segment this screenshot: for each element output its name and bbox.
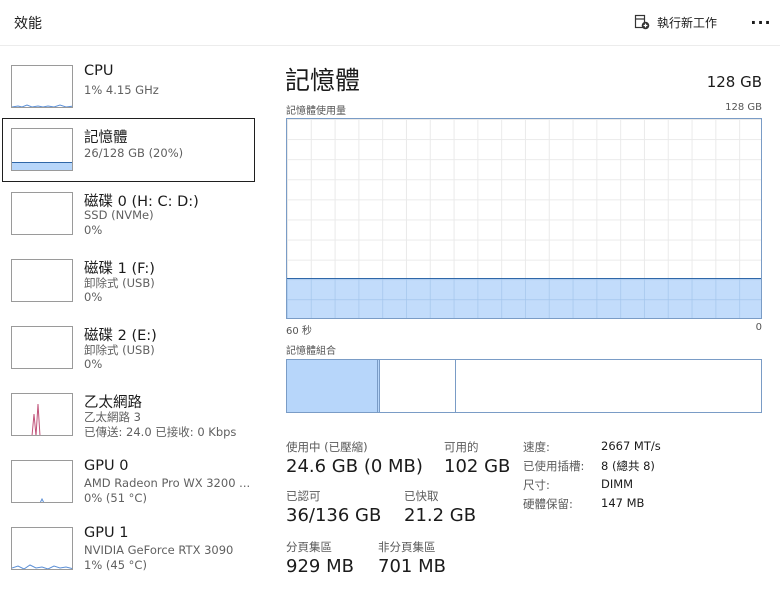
in-use-stat: 使用中 (已壓縮) 24.6 GB (0 MB) bbox=[286, 439, 423, 477]
available-stat: 可用的 102 GB bbox=[444, 439, 510, 477]
page-title: 效能 bbox=[14, 16, 42, 32]
nonpaged-pool-label: 非分頁集區 bbox=[378, 540, 436, 554]
sidebar-item-name: 記憶體 bbox=[84, 130, 128, 146]
usage-chart-x-left-label: 60 秒 bbox=[286, 326, 312, 337]
sidebar-item-detail: SSD (NVMe) bbox=[84, 208, 154, 222]
committed-value: 36/136 GB bbox=[286, 505, 382, 526]
gpu-0-thumbnail-graph bbox=[11, 460, 73, 503]
memory-total: 128 GB bbox=[706, 73, 762, 91]
run-task-icon bbox=[634, 14, 650, 30]
sidebar-item-detail: NVIDIA GeForce RTX 3090 bbox=[84, 543, 234, 557]
composition-label: 記憶體組合 bbox=[286, 346, 336, 357]
cached-stat: 已快取 21.2 GB bbox=[404, 488, 476, 526]
sidebar-item-disk-1[interactable]: 磁碟 1 (F:) 卸除式 (USB) 0% bbox=[2, 249, 255, 313]
sidebar-item-usage: 0% (51 °C) bbox=[84, 491, 147, 505]
more-icon: ··· bbox=[750, 12, 772, 32]
paged-pool-stat: 分頁集區 929 MB bbox=[286, 539, 354, 577]
sidebar-item-disk-2[interactable]: 磁碟 2 (E:) 卸除式 (USB) 0% bbox=[2, 316, 255, 380]
run-new-task-button[interactable]: 執行新工作 bbox=[634, 11, 717, 33]
run-task-label: 執行新工作 bbox=[657, 15, 718, 30]
disk-2-thumbnail-graph bbox=[11, 326, 73, 369]
committed-label: 已認可 bbox=[286, 489, 321, 503]
committed-stat: 已認可 36/136 GB bbox=[286, 488, 381, 526]
spec-slots-value: 8 (總共 8) bbox=[601, 459, 655, 473]
in-use-label: 使用中 (已壓縮) bbox=[286, 440, 368, 454]
sidebar-item-usage: 0% bbox=[84, 223, 103, 237]
memory-usage-fill bbox=[287, 278, 761, 318]
spec-slots-key: 已使用插槽: bbox=[523, 459, 585, 473]
spec-speed-key: 速度: bbox=[523, 440, 550, 454]
composition-segment-free[interactable] bbox=[456, 360, 761, 412]
sidebar-item-usage: 1% (45 °C) bbox=[84, 558, 147, 572]
spec-form-factor-value: DIMM bbox=[601, 477, 634, 491]
spec-reserved-value: 147 MB bbox=[601, 496, 645, 510]
usage-chart-label: 記憶體使用量 bbox=[286, 106, 346, 117]
composition-segment-in-use[interactable] bbox=[287, 360, 378, 412]
disk-0-thumbnail-graph bbox=[11, 192, 73, 235]
sidebar-item-usage: 0% bbox=[84, 357, 103, 371]
sidebar-item-name: GPU 0 bbox=[84, 458, 129, 474]
sidebar-item-detail: AMD Radeon Pro WX 3200 ... bbox=[84, 476, 251, 490]
spec-reserved-key: 硬體保留: bbox=[523, 497, 573, 511]
nonpaged-pool-value: 701 MB bbox=[378, 556, 446, 577]
title-bar: 效能 執行新工作 ··· bbox=[0, 0, 780, 46]
sidebar-item-detail: 26/128 GB (20%) bbox=[84, 146, 184, 160]
cpu-thumbnail-graph bbox=[11, 65, 73, 108]
sidebar-item-name: GPU 1 bbox=[84, 525, 129, 541]
memory-composition-bar bbox=[286, 359, 762, 413]
available-value: 102 GB bbox=[444, 456, 511, 477]
sidebar-item-cpu[interactable]: CPU 1% 4.15 GHz bbox=[2, 55, 255, 119]
usage-chart-x-right-label: 0 bbox=[755, 322, 762, 333]
sidebar-item-memory[interactable]: 記憶體 26/128 GB (20%) bbox=[2, 118, 255, 182]
sidebar-item-gpu-1[interactable]: GPU 1 NVIDIA GeForce RTX 3090 1% (45 °C) bbox=[2, 517, 255, 581]
memory-thumbnail-graph bbox=[11, 128, 73, 171]
sidebar-item-detail: 卸除式 (USB) bbox=[84, 276, 155, 290]
sidebar-item-usage: 0% bbox=[84, 290, 103, 304]
composition-segment-standby[interactable] bbox=[380, 360, 457, 412]
paged-pool-value: 929 MB bbox=[286, 556, 354, 577]
sidebar-item-detail: 1% 4.15 GHz bbox=[84, 83, 159, 97]
spec-speed-value: 2667 MT/s bbox=[601, 439, 661, 453]
disk-1-thumbnail-graph bbox=[11, 259, 73, 302]
spec-form-factor-key: 尺寸: bbox=[523, 478, 550, 492]
sidebar-item-detail: 乙太網路 3 bbox=[84, 410, 141, 424]
memory-heading: 記憶體 bbox=[285, 66, 361, 95]
sidebar-item-usage: 已傳送: 24.0 已接收: 0 Kbps bbox=[84, 425, 237, 439]
in-use-value: 24.6 GB (0 MB) bbox=[286, 456, 423, 477]
memory-usage-chart bbox=[286, 118, 762, 319]
cached-label: 已快取 bbox=[404, 489, 439, 503]
memory-thumbnail-fill bbox=[12, 162, 72, 170]
gpu-1-thumbnail-graph bbox=[11, 527, 73, 570]
usage-chart-max-label: 128 GB bbox=[725, 102, 762, 113]
sidebar-item-gpu-0[interactable]: GPU 0 AMD Radeon Pro WX 3200 ... 0% (51 … bbox=[2, 450, 255, 514]
available-label: 可用的 bbox=[444, 440, 479, 454]
paged-pool-label: 分頁集區 bbox=[286, 540, 332, 554]
sidebar-item-detail: 卸除式 (USB) bbox=[84, 343, 155, 357]
nonpaged-pool-stat: 非分頁集區 701 MB bbox=[378, 539, 446, 577]
cached-value: 21.2 GB bbox=[404, 505, 477, 526]
sidebar-item-disk-0[interactable]: 磁碟 0 (H: C: D:) SSD (NVMe) 0% bbox=[2, 182, 255, 246]
sidebar-item-name: CPU bbox=[84, 63, 114, 79]
sidebar-item-ethernet[interactable]: 乙太網路 乙太網路 3 已傳送: 24.0 已接收: 0 Kbps bbox=[2, 383, 255, 447]
more-options-button[interactable]: ··· bbox=[749, 8, 773, 36]
ethernet-thumbnail-graph bbox=[11, 393, 73, 436]
